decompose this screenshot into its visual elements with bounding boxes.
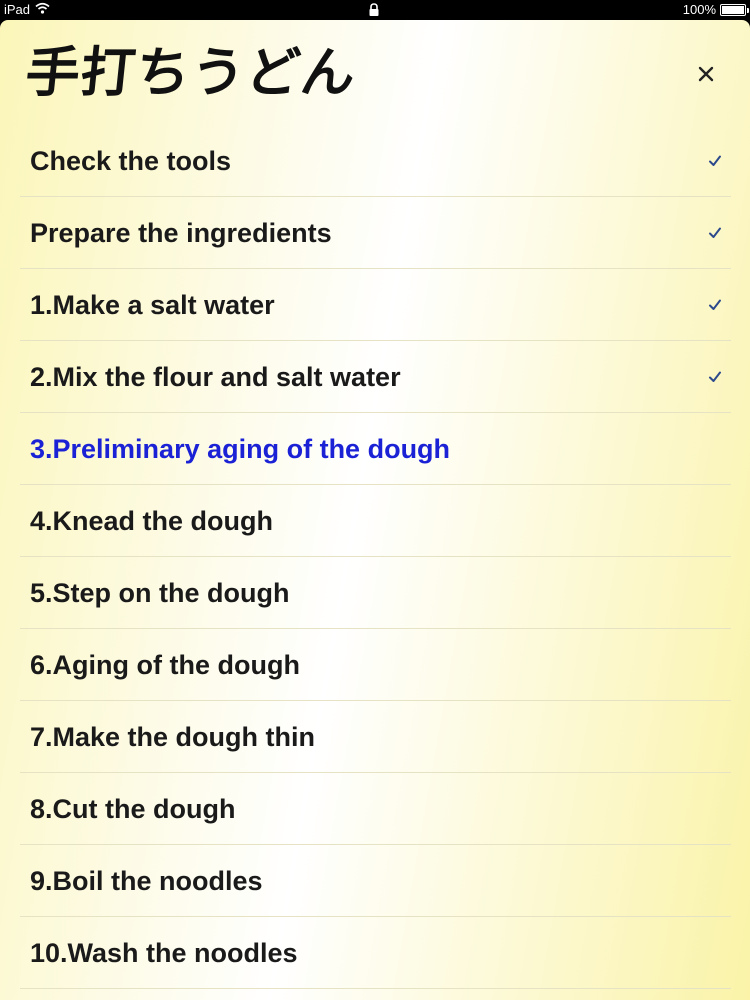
step-label: 8.Cut the dough: [30, 794, 236, 824]
step-row[interactable]: 10.Wash the noodles: [20, 917, 731, 989]
step-row[interactable]: 1.Make a salt water: [20, 269, 731, 341]
step-label: 7.Make the dough thin: [30, 722, 316, 752]
step-row-current[interactable]: 3.Preliminary aging of the dough: [20, 413, 731, 485]
step-row[interactable]: 8.Cut the dough: [20, 773, 731, 845]
wifi-icon: [35, 2, 50, 17]
step-row[interactable]: 7.Make the dough thin: [20, 701, 731, 773]
step-label: 6.Aging of the dough: [30, 650, 300, 680]
step-row[interactable]: 6.Aging of the dough: [20, 629, 731, 701]
step-label: 5.Step on the dough: [30, 578, 290, 608]
status-bar: iPad 100%: [0, 0, 750, 20]
close-button[interactable]: [688, 56, 724, 92]
status-left: iPad: [4, 2, 50, 17]
panel-title: 手打ちうどん: [22, 40, 360, 104]
step-label: Check the tools: [30, 146, 232, 176]
battery-percent: 100%: [682, 2, 716, 17]
step-row[interactable]: Prepare the ingredients: [20, 197, 731, 269]
step-label: Prepare the ingredients: [30, 218, 332, 248]
step-label: 4.Knead the dough: [30, 506, 273, 536]
step-label: 10.Wash the noodles: [30, 938, 298, 968]
close-x-icon: [698, 66, 714, 82]
step-label: 2.Mix the flour and salt water: [30, 362, 401, 392]
status-right: 100%: [682, 2, 749, 17]
battery-fill: [722, 5, 744, 14]
step-list: Check the tools Prepare the ingredients 1.…: [20, 125, 731, 989]
checkmark-icon: [709, 299, 721, 310]
battery-icon: [720, 3, 749, 16]
step-row[interactable]: 9.Boil the noodles: [20, 845, 731, 917]
checkmark-icon: [709, 155, 721, 166]
step-row[interactable]: 2.Mix the flour and salt water: [20, 341, 731, 413]
checkmark-icon: [709, 371, 721, 382]
device-name: iPad: [4, 2, 31, 17]
steps-popover: 手打ちうどん Check the tools Prepare the ingred…: [0, 20, 750, 1000]
step-row[interactable]: 5.Step on the dough: [20, 557, 731, 629]
step-label: 1.Make a salt water: [30, 290, 275, 320]
step-row[interactable]: 4.Knead the dough: [20, 485, 731, 557]
step-label: 9.Boil the noodles: [30, 866, 263, 896]
step-label: 3.Preliminary aging of the dough: [30, 434, 451, 464]
lock-icon: [368, 3, 380, 17]
step-row[interactable]: Check the tools: [20, 125, 731, 197]
checkmark-icon: [709, 227, 721, 238]
